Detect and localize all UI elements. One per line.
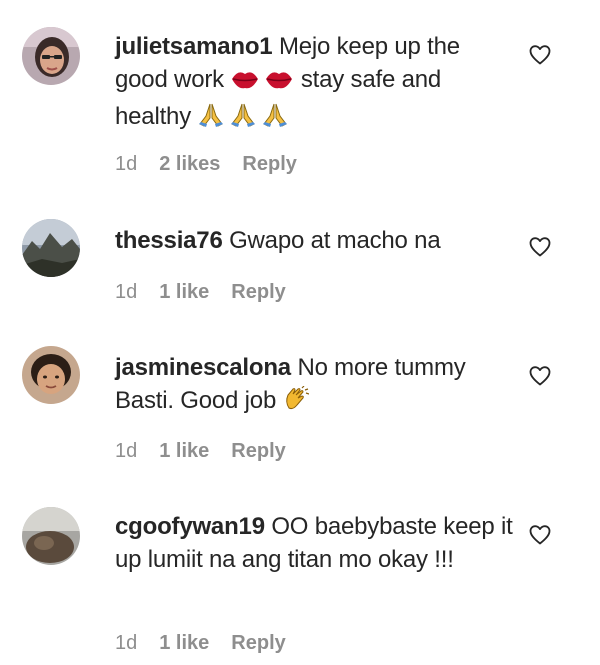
comment-likes[interactable]: 1 like [159, 281, 209, 303]
reply-button[interactable]: Reply [231, 632, 285, 654]
comment-age: 1d [115, 153, 138, 175]
avatar[interactable] [22, 27, 80, 85]
comment-age: 1d [115, 632, 138, 654]
clapping-hands-icon [283, 385, 309, 421]
folded-hands-icon [197, 102, 225, 137]
comment-age: 1d [115, 281, 138, 303]
comment-username[interactable]: julietsamano1 [115, 33, 273, 60]
folded-hands-icon [261, 102, 289, 137]
folded-hands-icon [229, 102, 257, 137]
comment-meta: 1d 1 like Reply [115, 438, 308, 464]
heart-icon[interactable] [528, 523, 552, 547]
avatar[interactable] [22, 346, 80, 404]
reply-button[interactable]: Reply [231, 440, 285, 462]
heart-icon[interactable] [528, 235, 552, 259]
avatar[interactable] [22, 507, 80, 565]
comment-username[interactable]: jasminescalona [115, 354, 291, 381]
comment-age: 1d [115, 440, 138, 462]
comment-text: julietsamano1 Mejo keep up the good work… [115, 30, 515, 137]
comment-body: Gwapo at macho na [229, 227, 441, 254]
comment-likes[interactable]: 1 like [159, 632, 209, 654]
comment-likes[interactable]: 2 likes [159, 153, 220, 175]
comment-username[interactable]: cgoofywan19 [115, 513, 265, 540]
comment-text: cgoofywan19 OO baebybaste keep it up lum… [115, 510, 515, 576]
lips-icon [264, 67, 294, 100]
reply-button[interactable]: Reply [231, 281, 285, 303]
comment-meta: 1d 1 like Reply [115, 279, 308, 305]
comment-likes[interactable]: 1 like [159, 440, 209, 462]
heart-icon[interactable] [528, 364, 552, 388]
comment-text: thessia76 Gwapo at macho na [115, 224, 515, 257]
comment-meta: 1d 2 likes Reply [115, 151, 319, 177]
comment-text: jasminescalona No more tummy Basti. Good… [115, 351, 515, 421]
lips-icon [230, 67, 260, 100]
comment-meta: 1d 1 like Reply [115, 630, 308, 656]
heart-icon[interactable] [528, 43, 552, 67]
comment-username[interactable]: thessia76 [115, 227, 223, 254]
reply-button[interactable]: Reply [242, 153, 296, 175]
avatar[interactable] [22, 219, 80, 277]
